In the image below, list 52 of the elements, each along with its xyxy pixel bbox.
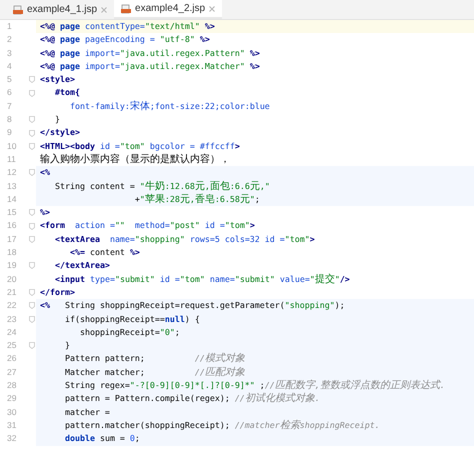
code-line: pattern = Pattern.compile(regex); //初试化模式对象. bbox=[64, 392, 320, 406]
code-line: String regex="-?[0-9][0-9]*[.]?[0-9]*" ;//匹配数字,整数或浮点数的正则表达式. bbox=[64, 379, 445, 392]
code-line: } bbox=[64, 339, 70, 352]
close-icon[interactable] bbox=[209, 6, 216, 12]
fold-icon[interactable] bbox=[28, 209, 34, 216]
code-line: </style> bbox=[40, 126, 80, 140]
code-line: } bbox=[54, 113, 60, 126]
fold-icon[interactable] bbox=[28, 342, 34, 350]
code-line: Pattern pattern; //模式对象 bbox=[64, 352, 245, 366]
code-line: if(shoppingReceipt==null) { bbox=[64, 312, 200, 326]
code-line: <%@ page import="java.util.regex.Pattern" %> bbox=[40, 46, 260, 60]
fold-icon[interactable] bbox=[28, 316, 34, 323]
file-tab[interactable]: example4_2.jsp bbox=[114, 0, 222, 19]
code-line: <style> bbox=[40, 73, 75, 86]
code-line: <%@ page pageEncoding = "utf-8" %> bbox=[40, 33, 210, 46]
code-line: #tom{ bbox=[54, 86, 80, 100]
code-line: <form action ="" method="post" id ="tom"> bbox=[40, 219, 255, 232]
code-line: 输入购物小票内容（显示的是默认内容）， bbox=[40, 152, 230, 166]
file-icon bbox=[13, 4, 23, 14]
code-line: <HTML><body id ="tom" bgcolor = #ffccff> bbox=[40, 140, 240, 153]
code-line: <% bbox=[40, 166, 50, 180]
code-line: pattern.matcher(shoppingReceipt); //matcher检索shoppingReceipt. bbox=[64, 418, 380, 432]
code-line: <input type="submit" id ="tom" name="submit" value="提交"/> bbox=[54, 272, 350, 286]
code-line: <%= content %> bbox=[68, 246, 140, 260]
close-icon[interactable] bbox=[101, 6, 108, 12]
fold-icon[interactable] bbox=[28, 142, 34, 150]
code-line: font-family:宋体;font-size:22;color:blue bbox=[68, 100, 270, 114]
code-line: %> bbox=[40, 206, 50, 220]
code-line: <textArea name="shopping" rows=5 cols=32 id ="tom"> bbox=[54, 232, 315, 246]
code-line: <%@ page import="java.util.regex.Matcher" %> bbox=[40, 60, 260, 73]
fold-icon[interactable] bbox=[28, 130, 34, 137]
fold-icon[interactable] bbox=[28, 90, 34, 97]
file-icon bbox=[121, 4, 132, 14]
code-line: </form> bbox=[40, 286, 75, 299]
fold-icon[interactable] bbox=[28, 262, 34, 270]
fold-icon[interactable] bbox=[28, 289, 34, 296]
file-tab[interactable]: example4_1.jsp bbox=[6, 0, 114, 19]
code-line: <% String shoppingReceipt=request.getParameter("shopping"); bbox=[40, 299, 345, 312]
fold-icon[interactable] bbox=[28, 116, 34, 124]
fold-icon[interactable] bbox=[28, 302, 34, 310]
code-line: +"苹果:28元,香皂:6.58元"; bbox=[134, 192, 260, 206]
fold-icon[interactable] bbox=[28, 76, 34, 84]
code-line: </textArea> bbox=[54, 259, 110, 272]
fold-icon[interactable] bbox=[28, 236, 34, 243]
code-line: shoppingReceipt="0"; bbox=[78, 326, 180, 339]
code-line: String content = "牛奶:12.68元,面包:6.6元," bbox=[54, 180, 270, 193]
fold-icon[interactable] bbox=[28, 169, 34, 176]
code-line: double sum = 0; bbox=[64, 432, 140, 446]
fold-icon[interactable] bbox=[28, 222, 34, 230]
code-line: matcher = bbox=[64, 406, 110, 419]
code-line: <%@ page contentType="text/html" %> bbox=[40, 20, 215, 33]
code-line: Matcher matcher; //匹配对象 bbox=[64, 366, 245, 380]
